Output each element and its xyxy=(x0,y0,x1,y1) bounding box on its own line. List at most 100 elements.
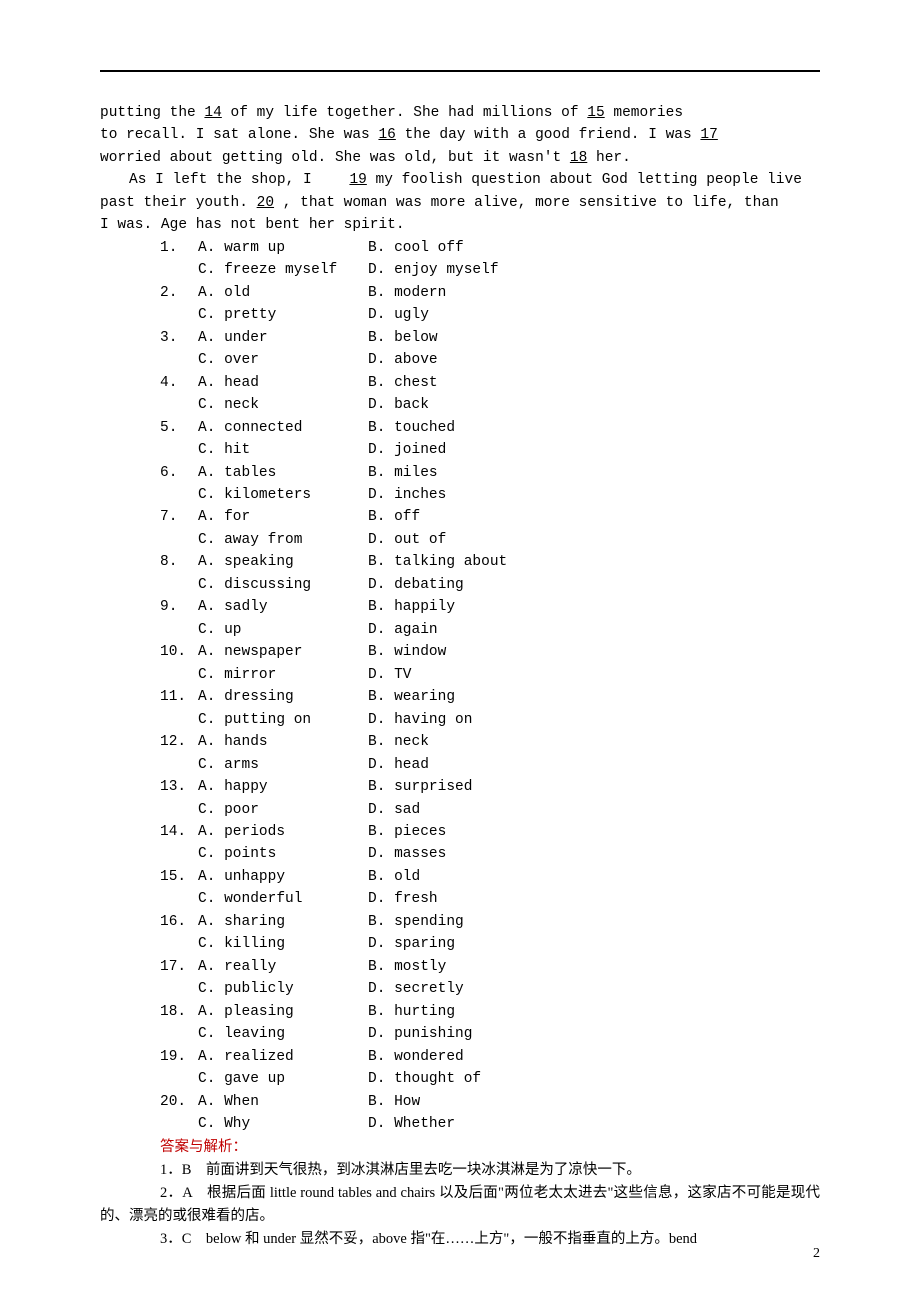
question-row-second: C. poorD. sad xyxy=(160,799,820,821)
passage-text: the day with a good friend. I was xyxy=(405,127,701,143)
document-page: putting the 14 of my life together. She … xyxy=(0,0,920,1302)
question-number: 3. xyxy=(160,327,198,349)
option-d: D. again xyxy=(368,619,438,641)
option-a: A. connected xyxy=(198,417,368,439)
option-b: B. spending xyxy=(368,911,464,933)
option-c: C. wonderful xyxy=(198,888,368,910)
question-row: 9.A. sadlyB. happily xyxy=(160,596,820,618)
question-row: 1.A. warm upB. cool off xyxy=(160,237,820,259)
question-row-second: C. mirrorD. TV xyxy=(160,664,820,686)
question-row-second: C. leavingD. punishing xyxy=(160,1023,820,1045)
option-d: D. joined xyxy=(368,439,446,461)
question-row-second: C. upD. again xyxy=(160,619,820,641)
question-row-second: C. wonderfulD. fresh xyxy=(160,888,820,910)
option-c: C. freeze myself xyxy=(198,259,368,281)
question-row: 15.A. unhappyB. old xyxy=(160,866,820,888)
question-row: 3.A. underB. below xyxy=(160,327,820,349)
option-a: A. dressing xyxy=(198,686,368,708)
question-number: 20. xyxy=(160,1091,198,1113)
option-b: B. mostly xyxy=(368,956,446,978)
question-number: 14. xyxy=(160,821,198,843)
option-a: A. When xyxy=(198,1091,368,1113)
question-row: 20.A. WhenB. How xyxy=(160,1091,820,1113)
option-a: A. sharing xyxy=(198,911,368,933)
option-b: B. hurting xyxy=(368,1001,455,1023)
passage-text: my foolish question about God letting pe… xyxy=(376,172,802,188)
question-row: 14.A. periodsB. pieces xyxy=(160,821,820,843)
option-d: D. ugly xyxy=(368,304,429,326)
question-row: 5.A. connectedB. touched xyxy=(160,417,820,439)
option-b: B. off xyxy=(368,506,420,528)
question-row: 6.A. tablesB. miles xyxy=(160,462,820,484)
question-row-second: C. discussingD. debating xyxy=(160,574,820,596)
option-b: B. surprised xyxy=(368,776,472,798)
answers-section: 答案与解析： 1．B 前面讲到天气很热，到冰淇淋店里去吃一块冰淇淋是为了凉快一下… xyxy=(100,1136,820,1252)
question-row: 16.A. sharingB. spending xyxy=(160,911,820,933)
option-d: D. masses xyxy=(368,843,446,865)
question-number: 2. xyxy=(160,282,198,304)
option-b: B. wearing xyxy=(368,686,455,708)
option-b: B. chest xyxy=(368,372,438,394)
passage-line-3: worried about getting old. She was old, … xyxy=(100,147,820,169)
option-d: D. TV xyxy=(368,664,412,686)
answer-explanation-3: 3．C below 和 under 显然不妥，above 指"在……上方"，一般… xyxy=(100,1228,820,1251)
option-a: A. under xyxy=(198,327,368,349)
question-row: 4.A. headB. chest xyxy=(160,372,820,394)
question-row: 2.A. oldB. modern xyxy=(160,282,820,304)
option-d: D. debating xyxy=(368,574,464,596)
option-d: D. head xyxy=(368,754,429,776)
passage-text: past their youth. xyxy=(100,195,257,211)
question-row-second: C. hitD. joined xyxy=(160,439,820,461)
question-number: 13. xyxy=(160,776,198,798)
option-a: A. for xyxy=(198,506,368,528)
option-c: C. arms xyxy=(198,754,368,776)
option-c: C. mirror xyxy=(198,664,368,686)
question-row-second: C. putting onD. having on xyxy=(160,709,820,731)
question-number: 1. xyxy=(160,237,198,259)
passage-text: her. xyxy=(596,150,631,166)
option-d: D. thought of xyxy=(368,1068,481,1090)
passage-text: , that woman was more alive, more sensit… xyxy=(283,195,779,211)
option-c: C. discussing xyxy=(198,574,368,596)
blank-16: 16 xyxy=(378,124,395,146)
option-a: A. head xyxy=(198,372,368,394)
option-d: D. secretly xyxy=(368,978,464,1000)
option-a: A. speaking xyxy=(198,551,368,573)
option-c: C. neck xyxy=(198,394,368,416)
question-number: 8. xyxy=(160,551,198,573)
option-b: B. wondered xyxy=(368,1046,464,1068)
question-row-second: C. away fromD. out of xyxy=(160,529,820,551)
option-b: B. happily xyxy=(368,596,455,618)
question-number: 4. xyxy=(160,372,198,394)
question-number: 17. xyxy=(160,956,198,978)
option-c: C. kilometers xyxy=(198,484,368,506)
question-number: 6. xyxy=(160,462,198,484)
blank-17: 17 xyxy=(700,124,717,146)
question-row: 12.A. handsB. neck xyxy=(160,731,820,753)
option-a: A. realized xyxy=(198,1046,368,1068)
option-a: A. happy xyxy=(198,776,368,798)
option-b: B. miles xyxy=(368,462,438,484)
option-d: D. having on xyxy=(368,709,472,731)
question-row: 18.A. pleasingB. hurting xyxy=(160,1001,820,1023)
option-a: A. really xyxy=(198,956,368,978)
question-row: 19.A. realizedB. wondered xyxy=(160,1046,820,1068)
option-a: A. old xyxy=(198,282,368,304)
question-number: 19. xyxy=(160,1046,198,1068)
question-row: 11.A. dressingB. wearing xyxy=(160,686,820,708)
option-c: C. over xyxy=(198,349,368,371)
option-a: A. pleasing xyxy=(198,1001,368,1023)
option-d: D. punishing xyxy=(368,1023,472,1045)
blank-19: 19 xyxy=(320,169,366,191)
option-b: B. talking about xyxy=(368,551,507,573)
option-a: A. newspaper xyxy=(198,641,368,663)
blank-15: 15 xyxy=(587,102,604,124)
question-number: 9. xyxy=(160,596,198,618)
question-row: 10.A. newspaperB. window xyxy=(160,641,820,663)
question-row: 8.A. speakingB. talking about xyxy=(160,551,820,573)
option-b: B. neck xyxy=(368,731,429,753)
options-list: 1.A. warm upB. cool offC. freeze myself D… xyxy=(100,237,820,1136)
option-b: B. window xyxy=(368,641,446,663)
option-b: B. cool off xyxy=(368,237,464,259)
question-row-second: C. killingD. sparing xyxy=(160,933,820,955)
